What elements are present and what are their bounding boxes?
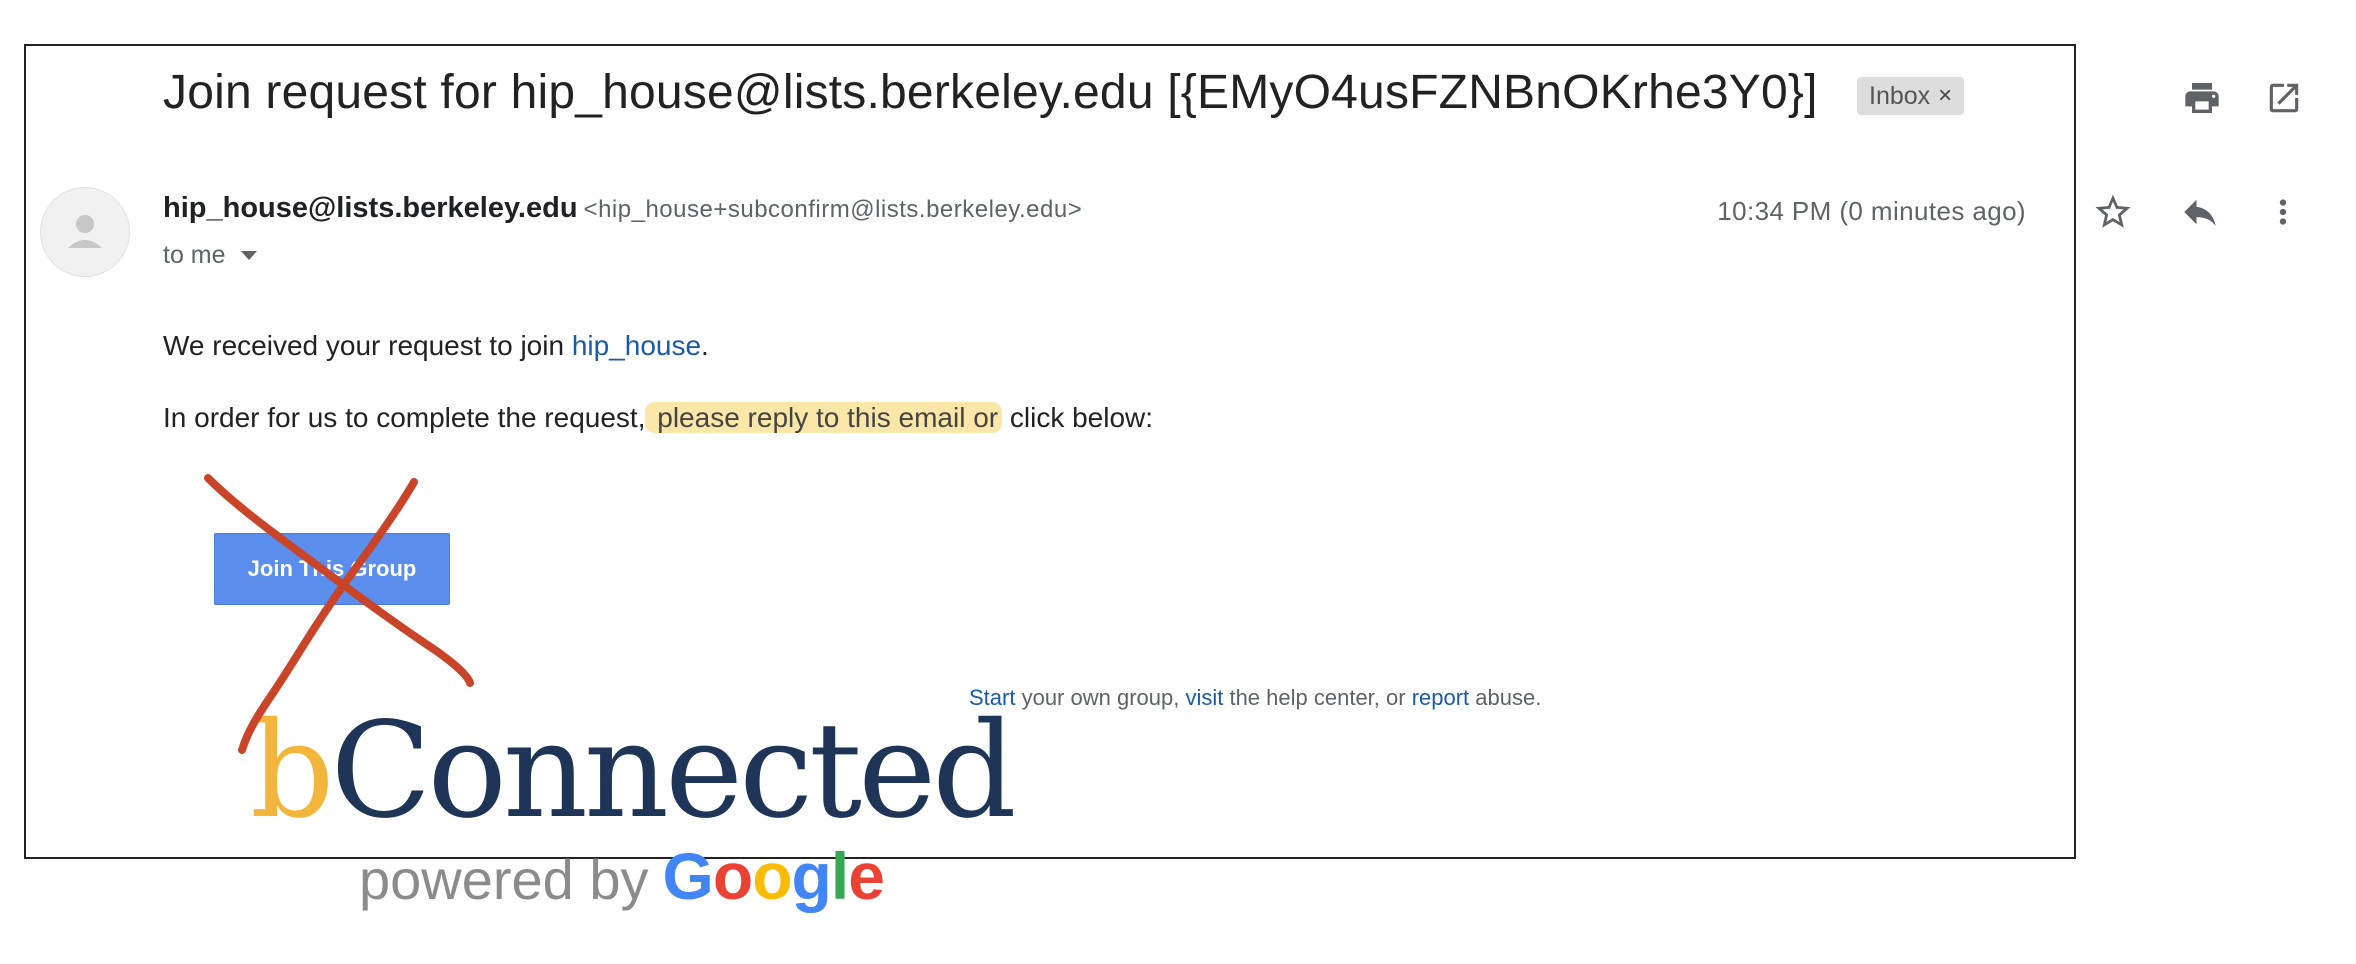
google-letter: g bbox=[791, 839, 832, 913]
google-letter: l bbox=[830, 839, 849, 913]
google-letter: e bbox=[848, 839, 885, 913]
email-subject: Join request for hip_house@lists.berkele… bbox=[163, 66, 1818, 119]
body-line-1: We received your request to join hip_hou… bbox=[163, 330, 709, 362]
open-in-new-window-icon[interactable] bbox=[2256, 70, 2312, 126]
footer-text-2: the help center, or bbox=[1223, 685, 1412, 710]
highlighted-reply-instruction: please reply to this email or bbox=[645, 402, 1003, 433]
print-icon[interactable] bbox=[2170, 70, 2234, 126]
remove-label-icon[interactable]: × bbox=[1938, 82, 1952, 110]
reply-icon[interactable] bbox=[2168, 182, 2232, 242]
sender-info: hip_house@lists.berkeley.edu <hip_house+s… bbox=[163, 192, 1082, 225]
group-link[interactable]: hip_house bbox=[572, 330, 701, 361]
logo-connected-word: Connected bbox=[330, 694, 1017, 848]
body-line-1-text: We received your request to join bbox=[163, 330, 572, 361]
google-letter: o bbox=[712, 839, 753, 913]
email-timestamp: 10:34 PM (0 minutes ago) bbox=[1717, 196, 2026, 226]
footer-links: Start your own group, visit the help cen… bbox=[969, 685, 1541, 711]
recipient-text: to me bbox=[163, 241, 226, 269]
more-vert-icon[interactable] bbox=[2258, 182, 2308, 242]
bconnected-logo: bConnected bbox=[250, 705, 1017, 837]
report-link[interactable]: report bbox=[1412, 685, 1469, 710]
join-group-button[interactable]: Join This Group bbox=[214, 533, 450, 605]
footer-text-3: abuse. bbox=[1469, 685, 1542, 710]
google-logo: Google bbox=[662, 838, 885, 914]
dropdown-arrow-icon[interactable] bbox=[240, 250, 258, 262]
footer-text-1: your own group, bbox=[1015, 685, 1186, 710]
star-icon[interactable] bbox=[2081, 182, 2145, 242]
inbox-label-text: Inbox bbox=[1869, 81, 1931, 110]
logo-b-letter: b bbox=[250, 694, 334, 848]
body-line-2-end: click below: bbox=[1002, 402, 1154, 433]
inbox-label-chip[interactable]: Inbox × bbox=[1857, 77, 1965, 115]
body-line-1-end: . bbox=[701, 330, 709, 361]
powered-by-text: powered by bbox=[359, 848, 649, 911]
body-line-2-text: In order for us to complete the request, bbox=[163, 402, 646, 433]
body-line-2: In order for us to complete the request,… bbox=[163, 402, 1153, 434]
sender-avatar bbox=[40, 187, 130, 277]
visit-link[interactable]: visit bbox=[1185, 685, 1223, 710]
avatar-person-icon bbox=[68, 215, 102, 248]
powered-by-google: powered by Google bbox=[359, 838, 885, 914]
sender-name: hip_house@lists.berkeley.edu bbox=[163, 192, 578, 224]
google-letter: G bbox=[662, 839, 714, 913]
sender-email: <hip_house+subconfirm@lists.berkeley.edu… bbox=[583, 196, 1083, 223]
recipient-details[interactable]: to me bbox=[163, 241, 258, 270]
google-letter: o bbox=[752, 839, 792, 913]
